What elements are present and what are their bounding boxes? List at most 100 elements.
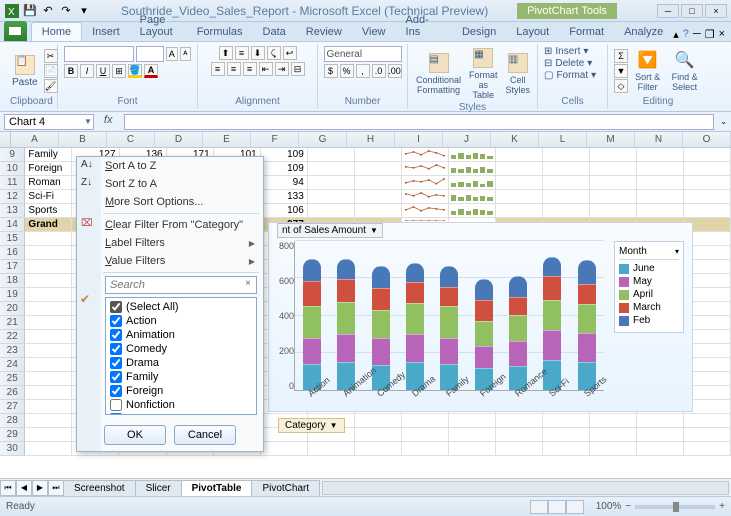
pivot-chart[interactable]: nt of Sales Amount▼ 8006004002000 Action… bbox=[268, 222, 693, 412]
workbook-close-icon[interactable]: × bbox=[719, 28, 725, 41]
sort-filter-button[interactable]: 🔽Sort & Filter bbox=[632, 48, 663, 94]
cell[interactable] bbox=[590, 148, 637, 162]
cell[interactable] bbox=[402, 190, 449, 204]
cell[interactable] bbox=[25, 386, 72, 400]
cell[interactable] bbox=[496, 428, 543, 442]
cell[interactable] bbox=[25, 316, 72, 330]
cell[interactable] bbox=[543, 442, 590, 456]
sort-az-item[interactable]: A↓Sort A to Z bbox=[77, 157, 263, 175]
col-header[interactable]: O bbox=[683, 132, 731, 147]
cell[interactable] bbox=[308, 148, 355, 162]
dec-decimal-icon[interactable]: .00 bbox=[388, 64, 402, 78]
cell[interactable] bbox=[590, 428, 637, 442]
cell[interactable] bbox=[684, 414, 731, 428]
cell[interactable] bbox=[355, 190, 402, 204]
currency-icon[interactable]: $ bbox=[324, 64, 338, 78]
chart-bar[interactable] bbox=[440, 266, 458, 390]
cell[interactable]: Grand bbox=[25, 218, 72, 232]
cell[interactable] bbox=[496, 148, 543, 162]
number-format-select[interactable] bbox=[324, 46, 402, 62]
row-header[interactable]: 18 bbox=[0, 274, 25, 288]
indent-dec-icon[interactable]: ⇤ bbox=[259, 62, 273, 76]
first-sheet-icon[interactable]: ⏮ bbox=[0, 480, 16, 496]
percent-icon[interactable]: % bbox=[340, 64, 354, 78]
tab-format[interactable]: Format bbox=[559, 23, 614, 41]
align-middle-icon[interactable]: ≡ bbox=[235, 46, 249, 60]
normal-view-icon[interactable] bbox=[530, 500, 548, 514]
chart-bar[interactable] bbox=[406, 263, 424, 391]
cell-styles-button[interactable]: ▥Cell Styles bbox=[504, 51, 533, 97]
row-header[interactable]: 20 bbox=[0, 302, 25, 316]
formula-input[interactable] bbox=[124, 114, 714, 130]
sheet-tab[interactable]: PivotTable bbox=[181, 480, 253, 496]
row-header[interactable]: 21 bbox=[0, 316, 25, 330]
row-header[interactable]: 14 bbox=[0, 218, 25, 232]
cell[interactable] bbox=[449, 204, 496, 218]
font-name-input[interactable] bbox=[64, 46, 134, 62]
zoom-slider[interactable] bbox=[635, 505, 715, 509]
cell[interactable] bbox=[25, 414, 72, 428]
legend-item[interactable]: June bbox=[619, 263, 679, 274]
tab-data[interactable]: Data bbox=[253, 23, 296, 41]
undo-icon[interactable]: ↶ bbox=[40, 3, 56, 19]
cell[interactable] bbox=[25, 330, 72, 344]
chart-bar[interactable] bbox=[509, 276, 527, 390]
cell[interactable] bbox=[637, 428, 684, 442]
cell[interactable]: 106 bbox=[261, 204, 308, 218]
tab-home[interactable]: Home bbox=[31, 22, 82, 41]
row-header[interactable]: 11 bbox=[0, 176, 25, 190]
orientation-icon[interactable]: ⤹ bbox=[267, 46, 281, 60]
row-header[interactable]: 17 bbox=[0, 260, 25, 274]
inc-decimal-icon[interactable]: .0 bbox=[372, 64, 386, 78]
cell[interactable] bbox=[402, 414, 449, 428]
cell[interactable] bbox=[449, 190, 496, 204]
zoom-out-icon[interactable]: − bbox=[625, 501, 631, 512]
cell[interactable]: Roman bbox=[25, 176, 72, 190]
cell[interactable] bbox=[25, 358, 72, 372]
tab-layout[interactable]: Layout bbox=[506, 23, 559, 41]
close-button[interactable]: × bbox=[705, 4, 727, 18]
cell[interactable]: Family bbox=[25, 148, 72, 162]
row-header[interactable]: 10 bbox=[0, 162, 25, 176]
cell[interactable] bbox=[637, 148, 684, 162]
cell[interactable] bbox=[543, 148, 590, 162]
format-cells-button[interactable]: ▢Format ▾ bbox=[544, 70, 601, 81]
cancel-button[interactable]: Cancel bbox=[174, 425, 236, 445]
col-header[interactable]: D bbox=[155, 132, 203, 147]
row-header[interactable]: 24 bbox=[0, 358, 25, 372]
tab-insert[interactable]: Insert bbox=[82, 23, 130, 41]
cell[interactable] bbox=[449, 148, 496, 162]
row-header[interactable]: 26 bbox=[0, 386, 25, 400]
row-header[interactable]: 16 bbox=[0, 246, 25, 260]
cell[interactable] bbox=[25, 288, 72, 302]
cell[interactable] bbox=[637, 162, 684, 176]
col-header[interactable]: C bbox=[107, 132, 155, 147]
conditional-formatting-button[interactable]: ▤Conditional Formatting bbox=[414, 51, 463, 97]
underline-icon[interactable]: U bbox=[96, 64, 110, 78]
zoom-in-icon[interactable]: + bbox=[719, 501, 725, 512]
cell[interactable] bbox=[637, 414, 684, 428]
cell[interactable] bbox=[25, 260, 72, 274]
wrap-text-icon[interactable]: ↩ bbox=[283, 46, 297, 60]
insert-cells-button[interactable]: ⊞Insert ▾ bbox=[544, 46, 601, 57]
filter-checkbox[interactable] bbox=[110, 343, 122, 355]
more-sort-item[interactable]: More Sort Options... bbox=[77, 193, 263, 211]
cell[interactable] bbox=[25, 274, 72, 288]
cell[interactable] bbox=[590, 414, 637, 428]
cell[interactable] bbox=[590, 176, 637, 190]
filter-checklist[interactable]: (Select All)ActionAnimationComedyDramaFa… bbox=[105, 297, 257, 415]
name-box[interactable] bbox=[4, 114, 94, 130]
legend-item[interactable]: Feb bbox=[619, 315, 679, 326]
cell[interactable] bbox=[355, 204, 402, 218]
fx-icon[interactable]: fx bbox=[104, 114, 120, 130]
cell[interactable] bbox=[543, 190, 590, 204]
cell[interactable] bbox=[590, 162, 637, 176]
cell[interactable] bbox=[355, 176, 402, 190]
select-all-corner[interactable] bbox=[0, 132, 11, 147]
cell[interactable] bbox=[496, 176, 543, 190]
sheet-tab[interactable]: Slicer bbox=[135, 480, 182, 496]
format-painter-icon[interactable]: 🖌 bbox=[44, 79, 58, 93]
cell[interactable] bbox=[449, 442, 496, 456]
sheet-tab[interactable]: Screenshot bbox=[63, 480, 136, 496]
cell[interactable] bbox=[496, 190, 543, 204]
